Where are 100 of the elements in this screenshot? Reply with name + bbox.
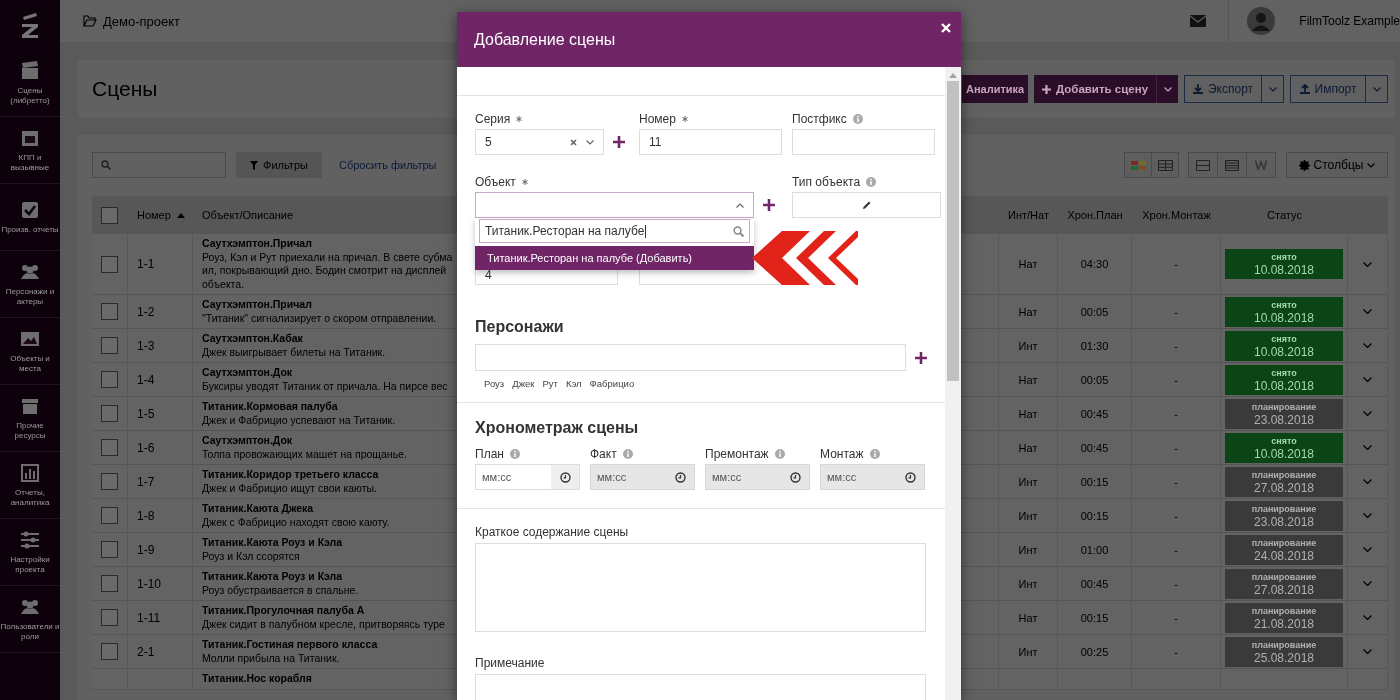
table-cell: 00:05 (1080, 373, 1109, 386)
row-checkbox[interactable] (101, 473, 118, 490)
characters-field[interactable] (475, 344, 906, 371)
dropdown-option[interactable]: Титаник.Ресторан на палубе (Добавить) (475, 246, 754, 270)
row-checkbox[interactable] (101, 371, 118, 388)
table-cell: Нат (1018, 611, 1038, 624)
status-badge: снято 10.08.2018 (1225, 364, 1343, 395)
expand-chevron-icon[interactable] (1363, 309, 1372, 314)
sidebar-item[interactable]: Персонажи и актеры (0, 251, 60, 318)
scrollbar-thumb[interactable] (947, 81, 959, 381)
scene-description: Буксиры уводят Титаник от причала. На пирсе вес (202, 379, 448, 393)
object-name: Титаник.Каюта Джека (202, 502, 314, 516)
object-select[interactable] (475, 192, 754, 218)
sidebar-item[interactable]: Пользователи и роли (0, 586, 60, 653)
character-suggestion[interactable]: Фабрицио (589, 378, 635, 390)
expand-chevron-icon[interactable] (1363, 261, 1372, 267)
scene-number: 1-2 (137, 304, 155, 319)
expand-chevron-icon[interactable] (1363, 411, 1372, 416)
row-checkbox[interactable] (101, 405, 118, 422)
sidebar-item[interactable]: Сцены (либретто) (0, 50, 60, 117)
row-checkbox[interactable] (101, 507, 118, 524)
action-button[interactable]: Аналитика (962, 75, 1029, 103)
sidebar-item[interactable]: Прочие ресурсы (0, 385, 60, 452)
row-checkbox[interactable] (101, 643, 118, 660)
info-icon (852, 114, 863, 124)
row-checkbox[interactable] (101, 541, 118, 558)
status-badge: снято 10.08.2018 (1225, 330, 1343, 361)
filter-icon (250, 160, 259, 170)
object-type-field[interactable] (792, 192, 941, 218)
table-view-button[interactable] (1151, 152, 1179, 178)
status-badge: снято 10.08.2018 (1225, 249, 1343, 279)
field-label: Номер (639, 112, 676, 126)
envelope-icon[interactable] (1190, 15, 1207, 27)
row-checkbox[interactable] (101, 439, 118, 456)
table-cell: - (1174, 611, 1178, 624)
caret-icon (736, 202, 744, 208)
table-cell: Инт (1018, 339, 1038, 352)
text-field[interactable] (792, 129, 935, 155)
series-select[interactable]: 5 (475, 129, 604, 155)
sidebar-item[interactable]: Отчеты, аналитика (0, 452, 60, 519)
object-name: Титаник.Каюта Роуз и Кэла (202, 536, 343, 550)
sidebar-item[interactable]: Объекты и места (0, 318, 60, 385)
wrap-button[interactable] (1246, 152, 1276, 178)
row-checkbox[interactable] (101, 337, 118, 354)
logo-icon[interactable] (20, 11, 40, 39)
scene-description: Джек сидит в палубном кресле, притворяясь туре (202, 617, 445, 631)
character-suggestion[interactable]: Кэл (565, 378, 582, 390)
row-checkbox[interactable] (101, 609, 118, 626)
clear-icon[interactable] (570, 138, 577, 146)
expand-chevron-icon[interactable] (1363, 615, 1372, 620)
search-field[interactable] (92, 152, 226, 178)
folder-icon (83, 15, 97, 27)
scene-description: Джек с Фабрицио находят свою каюту. (202, 515, 390, 529)
row-checkbox[interactable] (101, 575, 118, 592)
character-suggestion[interactable]: Роуз (484, 378, 505, 390)
add-icon[interactable] (613, 136, 625, 148)
expand-chevron-icon[interactable] (1363, 343, 1372, 348)
character-suggestion[interactable]: Джек (512, 378, 535, 390)
row-checkbox[interactable] (101, 303, 118, 320)
table-cell: - (1174, 305, 1178, 318)
sidebar-item[interactable]: Произв. отчеты (0, 184, 60, 251)
expand-chevron-icon[interactable] (1363, 649, 1372, 654)
checkbox-icon (20, 199, 40, 220)
table-cell: 00:45 (1080, 441, 1109, 454)
expand-chevron-icon[interactable] (1363, 479, 1372, 484)
expand-chevron-icon[interactable] (1363, 377, 1372, 382)
expand-chevron-icon[interactable] (1363, 513, 1372, 518)
field-label: Постфикс (792, 112, 847, 126)
object-name: Саутхэмптон.Причал (202, 237, 312, 251)
expand-chevron-icon[interactable] (1363, 547, 1372, 552)
scene-number: 1-6 (137, 440, 155, 455)
field-label: Премонтаж (705, 447, 769, 461)
close-button[interactable] (939, 21, 953, 35)
text-field[interactable]: 11 (639, 129, 782, 155)
sidebar-item[interactable]: КПП и вызывные (0, 117, 60, 184)
row-height-button[interactable] (1217, 152, 1247, 178)
object-name: Саутхэмптон.Док (202, 434, 293, 448)
select-all-checkbox[interactable] (101, 206, 118, 224)
row-height-button[interactable] (1188, 152, 1218, 178)
object-name: Титаник.Прогулочная палуба А (202, 604, 365, 618)
upload-icon (1299, 84, 1310, 94)
expand-chevron-icon[interactable] (1363, 581, 1372, 586)
field-label: Факт (590, 447, 617, 461)
expand-chevron-icon[interactable] (1363, 445, 1372, 450)
add-icon[interactable] (763, 199, 775, 211)
scrollbar[interactable] (945, 67, 961, 700)
caret-icon (1268, 86, 1277, 92)
add-icon[interactable] (915, 351, 927, 364)
field-value: 4 (485, 268, 492, 282)
table-cell: Инт (1018, 577, 1038, 590)
scene-number: 1-9 (137, 542, 155, 557)
table-cell: - (1174, 441, 1178, 454)
color-view-button[interactable] (1124, 152, 1152, 178)
info-icon (509, 449, 520, 459)
dropdown-search-field[interactable]: Титаник.Ресторан на палубе (479, 219, 750, 243)
sidebar-item[interactable]: Настройки проекта (0, 519, 60, 586)
character-suggestion[interactable]: Рут (542, 378, 558, 390)
scroll-up-icon[interactable] (949, 73, 957, 78)
row-checkbox[interactable] (101, 255, 118, 273)
avatar-icon[interactable] (1247, 7, 1276, 35)
